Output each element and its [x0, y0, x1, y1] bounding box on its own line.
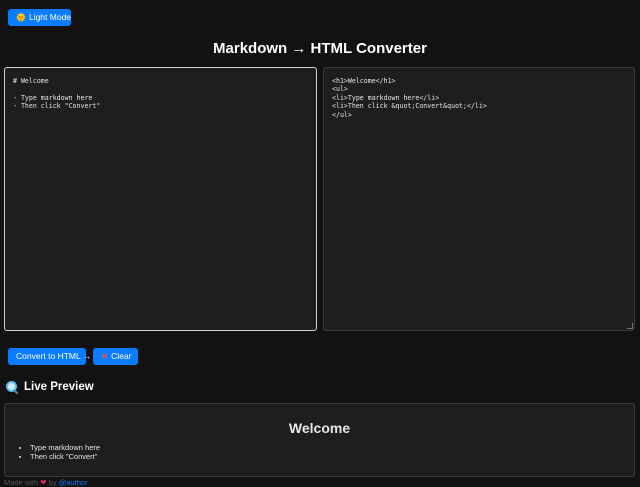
- x-icon: ✕: [101, 351, 109, 361]
- sun-icon: 🌞: [16, 13, 26, 22]
- resize-handle[interactable]: [627, 323, 633, 329]
- html-output[interactable]: <h1>Welcome</h1> <ul> <li>Type markdown …: [323, 67, 635, 331]
- preview-rendered-list: Type markdown here Then click "Convert": [19, 443, 100, 461]
- live-preview-heading: Live Preview: [6, 381, 94, 395]
- magnifier-icon: [6, 381, 19, 395]
- live-preview-heading-text: Live Preview: [24, 381, 94, 393]
- footer: Made with ❤ by @author: [4, 478, 88, 487]
- live-preview-panel: Welcome Type markdown here Then click "C…: [4, 403, 635, 477]
- preview-rendered-heading: Welcome: [288, 420, 351, 436]
- theme-toggle-label: Light Mode: [28, 12, 72, 22]
- footer-prefix: Made with: [4, 478, 39, 487]
- html-output-text: <h1>Welcome</h1> <ul> <li>Type markdown …: [332, 77, 487, 119]
- clear-button[interactable]: ✕ Clear: [93, 348, 138, 365]
- author-link[interactable]: @author: [59, 478, 88, 487]
- convert-button[interactable]: Convert to HTML →: [8, 348, 91, 365]
- page-title: Markdown → HTML Converter: [213, 40, 427, 57]
- theme-toggle-button[interactable]: 🌞 Light Mode: [8, 9, 71, 26]
- heart-icon: ❤: [40, 478, 47, 487]
- list-item: Then click "Convert": [30, 452, 100, 461]
- list-item: Type markdown here: [30, 443, 100, 452]
- markdown-input[interactable]: # Welcome - Type markdown here - Then cl…: [4, 67, 317, 331]
- footer-by: by: [48, 478, 57, 487]
- clear-label: Clear: [111, 351, 132, 361]
